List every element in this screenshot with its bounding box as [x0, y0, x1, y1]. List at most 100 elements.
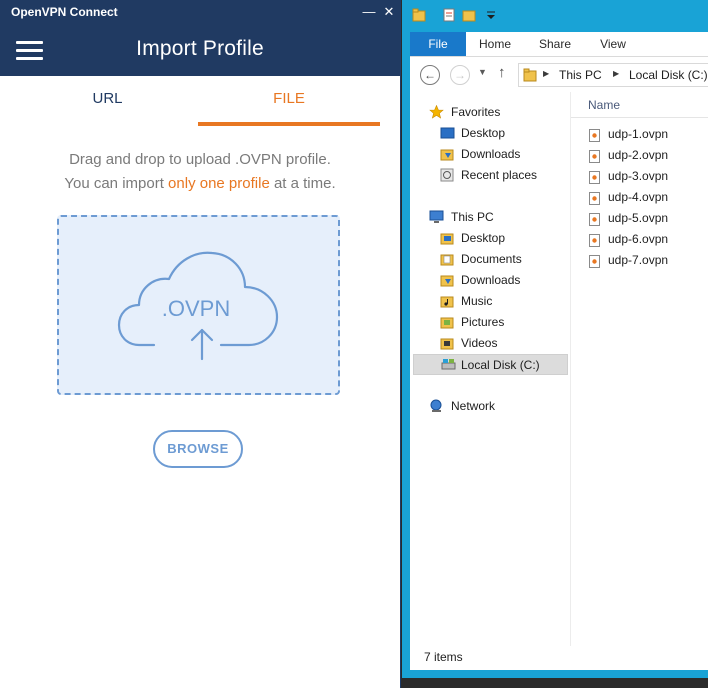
nav-this-pc-pictures[interactable]: Pictures [438, 312, 568, 333]
nav-label: Favorites [451, 105, 501, 119]
app-header: Import Profile [0, 24, 400, 76]
page-title: Import Profile [136, 37, 264, 60]
nav-favorites[interactable]: Favorites [428, 102, 558, 123]
nav-label: Videos [461, 336, 498, 350]
import-tabs: URL FILE [0, 76, 400, 130]
videos-folder-icon [440, 336, 455, 350]
nav-this-pc-local-disk[interactable]: Local Disk (C:) [413, 354, 568, 375]
openvpn-titlebar[interactable]: OpenVPN Connect — ✕ [0, 0, 400, 24]
close-button[interactable]: ✕ [380, 3, 398, 21]
tab-file[interactable]: FILE [198, 76, 380, 126]
music-folder-icon [440, 294, 455, 308]
ovpn-file-icon [589, 212, 600, 226]
nav-network[interactable]: Network [428, 396, 558, 417]
nav-favorites-downloads[interactable]: Downloads [438, 144, 568, 165]
column-label: Name [588, 98, 621, 112]
ovpn-file-icon [589, 254, 600, 268]
status-bar: 7 items [410, 646, 708, 670]
explorer-titlebar[interactable] [402, 0, 708, 32]
ovpn-file-icon [589, 128, 600, 142]
file-list: Name udp-1.ovpn udp-2.ovpn udp-3.ovpn ud… [571, 92, 708, 646]
active-tab-indicator [198, 122, 380, 126]
taskbar-strip [402, 678, 708, 688]
nav-label: Music [461, 294, 493, 308]
network-icon [429, 399, 444, 413]
nav-label: Recent places [461, 168, 538, 182]
recent-locations-chevron-icon[interactable]: ▼ [478, 67, 487, 77]
file-name: udp-2.ovpn [608, 148, 669, 162]
file-name: udp-4.ovpn [608, 190, 669, 204]
window-title: OpenVPN Connect [11, 5, 118, 19]
instruction-line-1: Drag and drop to upload .OVPN profile. [69, 151, 331, 168]
forward-arrow-icon[interactable]: → [450, 65, 470, 85]
nav-label: Network [451, 399, 496, 413]
browse-button[interactable]: BROWSE [153, 430, 243, 468]
nav-label: This PC [451, 210, 494, 224]
recent-places-icon [440, 168, 455, 182]
breadcrumb-this-pc[interactable]: This PC [559, 68, 602, 82]
nav-this-pc-downloads[interactable]: Downloads [438, 270, 568, 291]
nav-favorites-desktop[interactable]: Desktop [438, 123, 568, 144]
ribbon-tab-view[interactable]: View [590, 32, 636, 56]
nav-this-pc-music[interactable]: Music [438, 291, 568, 312]
breadcrumb-separator-icon: ▶ [543, 69, 550, 78]
tab-url[interactable]: URL [17, 76, 198, 126]
item-count: 7 items [424, 650, 463, 664]
computer-icon [429, 210, 444, 224]
instruction-text: You can import [64, 175, 169, 192]
file-dropzone[interactable]: .OVPN [57, 215, 340, 395]
nav-this-pc-documents[interactable]: Documents [438, 249, 568, 270]
nav-this-pc[interactable]: This PC [428, 207, 558, 228]
explorer-content: Favorites Desktop Downloads Recent place… [410, 92, 708, 646]
properties-icon[interactable] [442, 8, 456, 22]
folder-icon [523, 68, 537, 82]
address-field[interactable]: ▶ This PC ▶ Local Disk (C:) [518, 63, 708, 87]
file-name: udp-3.ovpn [608, 169, 669, 183]
nav-label: Downloads [461, 273, 521, 287]
nav-this-pc-desktop[interactable]: Desktop [438, 228, 568, 249]
nav-favorites-recent-places[interactable]: Recent places [438, 165, 568, 186]
ribbon-tab-file[interactable]: File [410, 32, 466, 56]
minimize-button[interactable]: — [360, 3, 378, 21]
openvpn-window: OpenVPN Connect — ✕ Import Profile URL F… [0, 0, 401, 688]
star-icon [429, 104, 444, 119]
folder-icon [440, 252, 455, 266]
file-name: udp-6.ovpn [608, 232, 669, 246]
instruction-line-2: You can import only one profile at a tim… [0, 172, 400, 196]
nav-label: Local Disk (C:) [461, 358, 540, 372]
explorer-window: File Home Share View ← → ▼ ↑ ▶ This PC ▶… [402, 0, 708, 688]
ovpn-file-icon [589, 149, 600, 163]
ovpn-file-icon [589, 233, 600, 247]
ribbon-tab-share[interactable]: Share [532, 32, 578, 56]
customize-toolbar-icon[interactable] [484, 8, 498, 22]
folder-icon [412, 8, 426, 22]
address-bar: ← → ▼ ↑ ▶ This PC ▶ Local Disk (C:) [410, 56, 708, 92]
ovpn-file-icon [589, 170, 600, 184]
drive-icon [441, 358, 456, 372]
column-header-name[interactable]: Name [571, 92, 708, 118]
new-folder-icon[interactable] [462, 8, 476, 22]
nav-label: Desktop [461, 231, 506, 245]
ribbon-tab-home[interactable]: Home [472, 32, 518, 56]
file-name: udp-5.ovpn [608, 211, 669, 225]
import-instructions: Drag and drop to upload .OVPN profile. Y… [0, 148, 400, 196]
desktop-icon [440, 126, 455, 140]
nav-label: Downloads [461, 147, 521, 161]
file-name: udp-1.ovpn [608, 127, 669, 141]
back-arrow-icon[interactable]: ← [420, 65, 440, 85]
nav-label: Documents [461, 252, 522, 266]
folder-icon [440, 231, 455, 245]
breadcrumb-separator-icon: ▶ [613, 69, 620, 78]
nav-label: Desktop [461, 126, 506, 140]
nav-this-pc-videos[interactable]: Videos [438, 333, 568, 354]
dropzone-label: .OVPN [162, 296, 230, 321]
downloads-folder-icon [440, 273, 455, 287]
ovpn-file-icon [589, 191, 600, 205]
pictures-folder-icon [440, 315, 455, 329]
up-arrow-icon[interactable]: ↑ [498, 64, 506, 81]
instruction-highlight: only one profile [168, 175, 270, 192]
breadcrumb-local-disk[interactable]: Local Disk (C:) [629, 68, 708, 82]
navigation-pane: Favorites Desktop Downloads Recent place… [410, 92, 570, 646]
instruction-text: at a time. [269, 175, 336, 192]
ribbon-tabs: File Home Share View [410, 32, 708, 56]
